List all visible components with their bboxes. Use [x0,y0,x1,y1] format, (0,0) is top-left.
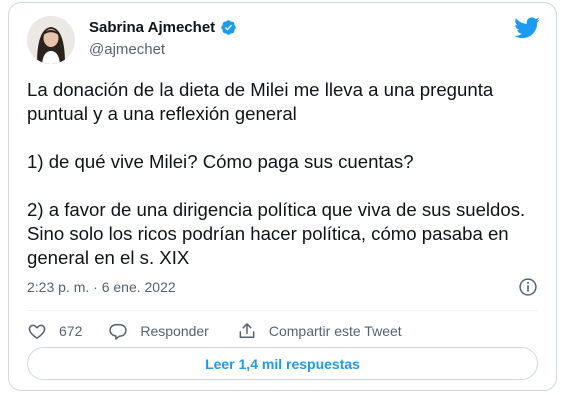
tweet-text: La donación de la dieta de Milei me llev… [27,78,537,270]
share-label: Compartir este Tweet [268,323,402,339]
read-replies-button[interactable]: Leer 1,4 mil respuestas [27,347,538,380]
author-name-row[interactable]: Sabrina Ajmechet [89,19,237,36]
twitter-bird-icon[interactable] [514,17,540,39]
reply-bubble-icon [109,324,128,340]
avatar[interactable] [27,16,75,64]
heart-icon [28,324,46,339]
reply-label: Responder [140,323,209,339]
like-count: 672 [59,323,83,339]
like-button[interactable]: 672 [27,321,82,341]
tweet-timestamp[interactable]: 2:23 p. m. · 6 ene. 2022 [27,279,176,295]
tweet-paragraph-1: La donación de la dieta de Milei me llev… [27,79,494,124]
tweet-paragraph-3: 2) a favor de una dirigencia política qu… [27,199,526,268]
author-name[interactable]: Sabrina Ajmechet [89,19,215,36]
reply-button[interactable]: Responder [108,321,209,341]
profile-photo [27,16,75,64]
author-handle[interactable]: @ajmechet [89,41,165,58]
info-icon[interactable] [518,277,538,297]
tweet-paragraph-2: 1) de qué vive Milei? Cómo paga sus cuen… [27,151,414,172]
verified-badge-icon [221,20,236,35]
tweet-card: Sabrina Ajmechet @ajmechet La donación d… [8,2,557,391]
share-button[interactable]: Compartir este Tweet [237,321,402,341]
divider [27,310,538,311]
tweet-actions: 672 Responder Compartir este Tweet [27,319,402,343]
share-icon [239,323,255,338]
